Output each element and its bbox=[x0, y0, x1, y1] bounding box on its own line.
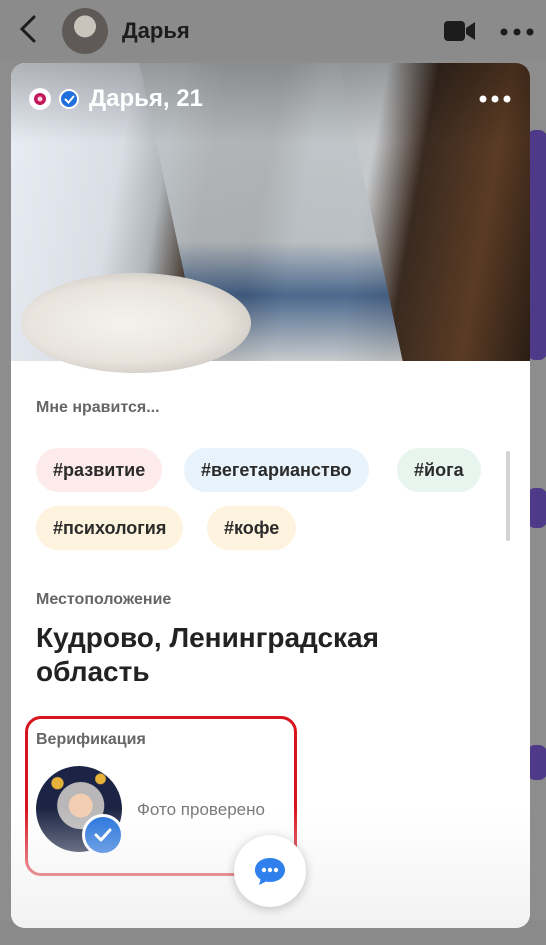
chat-contact-name[interactable]: Дарья bbox=[122, 18, 190, 44]
more-horizontal-icon[interactable] bbox=[500, 28, 534, 36]
interest-tag[interactable]: #йога bbox=[397, 448, 481, 492]
interest-tag[interactable]: #психология bbox=[36, 506, 184, 550]
profile-name-age: Дарья, 21 bbox=[89, 85, 203, 112]
interest-tag[interactable]: #вегетарианство bbox=[184, 448, 369, 492]
heart-badge-icon bbox=[29, 88, 51, 110]
chat-header: Дарья bbox=[0, 0, 546, 60]
start-chat-button[interactable] bbox=[234, 835, 306, 907]
chat-bubble-icon bbox=[255, 858, 285, 885]
verified-icon bbox=[59, 89, 79, 109]
likes-label: Мне нравится... bbox=[36, 399, 160, 416]
interest-tag[interactable]: #кофе bbox=[207, 506, 297, 550]
chevron-left-icon[interactable] bbox=[14, 14, 44, 44]
more-horizontal-icon[interactable] bbox=[479, 95, 511, 103]
profile-title-row: Дарья, 21 bbox=[29, 85, 203, 113]
location-value: Кудрово, Ленинградская область bbox=[36, 622, 379, 687]
photo-mitten bbox=[21, 273, 251, 373]
video-camera-icon[interactable] bbox=[444, 20, 476, 42]
profile-card: Дарья, 21 Мне нравится... #развитие #вег… bbox=[11, 63, 530, 928]
interest-tag[interactable]: #развитие bbox=[36, 448, 163, 492]
avatar[interactable] bbox=[62, 8, 108, 54]
location-label: Местоположение bbox=[36, 591, 172, 608]
scrollbar[interactable] bbox=[506, 451, 510, 541]
